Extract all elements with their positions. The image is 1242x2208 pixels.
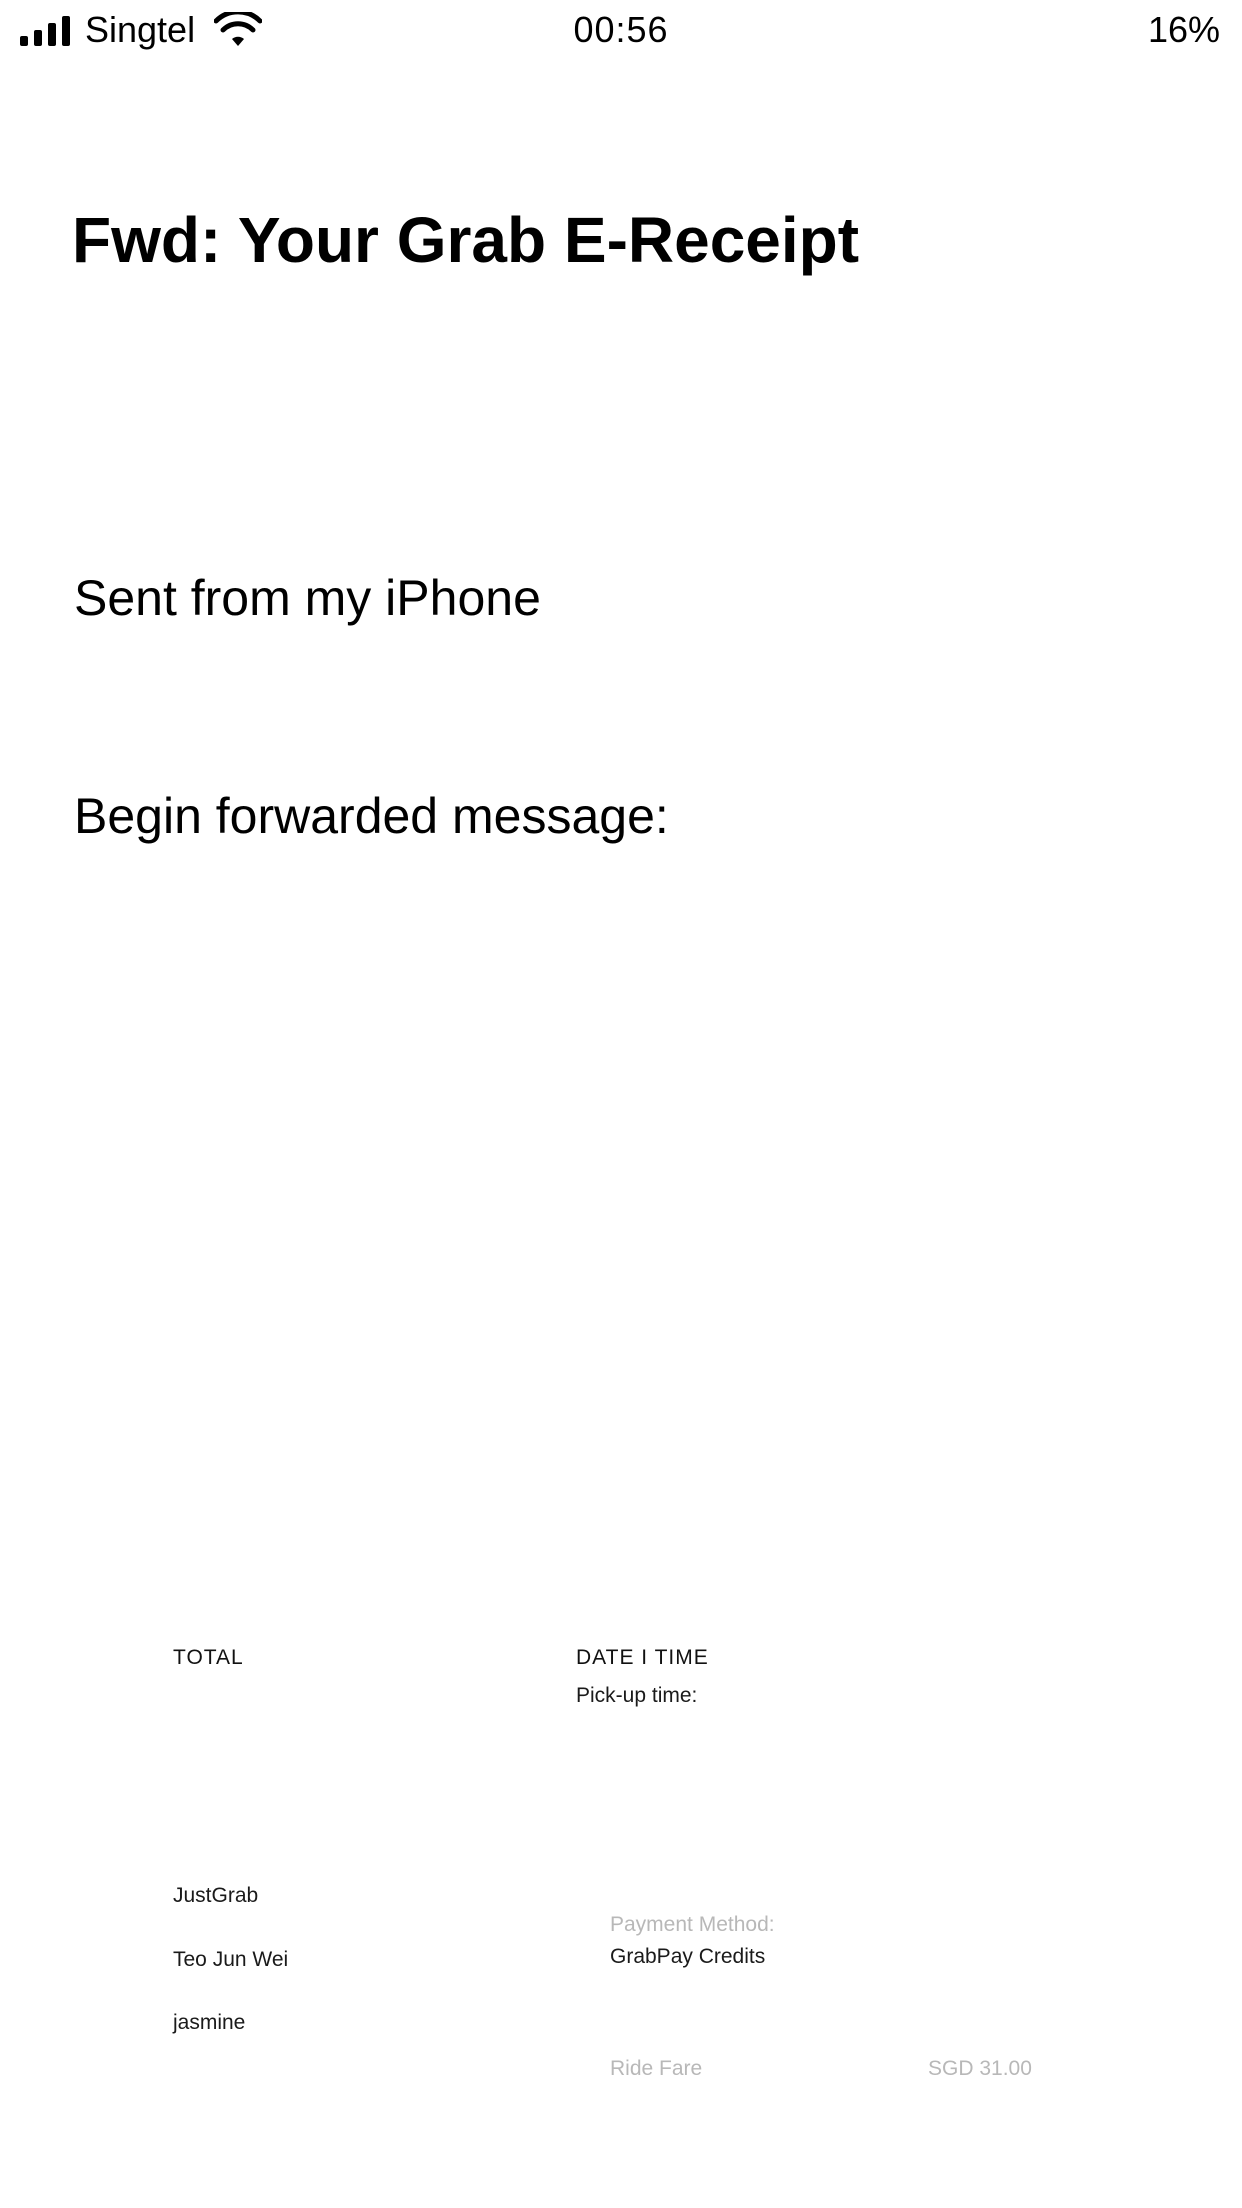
driver-name: Teo Jun Wei xyxy=(173,1948,289,1971)
pickup-time-label: Pick-up time: xyxy=(576,1684,698,1707)
ride-fare-value: SGD 31.00 xyxy=(928,2057,1032,2080)
sent-from-signature: Sent from my iPhone xyxy=(74,570,541,626)
battery-percentage: 16% xyxy=(1147,9,1220,50)
payment-method-label: Payment Method: xyxy=(610,1913,775,1936)
forwarded-message-intro: Begin forwarded message: xyxy=(74,788,669,844)
service-type: JustGrab xyxy=(173,1884,259,1907)
email-subject: Fwd: Your Grab E-Receipt xyxy=(72,204,860,276)
payment-method: GrabPay Credits xyxy=(610,1945,766,1968)
passenger-name: jasmine xyxy=(173,2011,246,2034)
datetime-label: DATE I TIME xyxy=(576,1646,709,1669)
ride-fare-label: Ride Fare xyxy=(610,2057,703,2080)
status-bar: Singtel 00:56 16% xyxy=(0,0,1242,64)
total-label: TOTAL xyxy=(173,1646,244,1669)
